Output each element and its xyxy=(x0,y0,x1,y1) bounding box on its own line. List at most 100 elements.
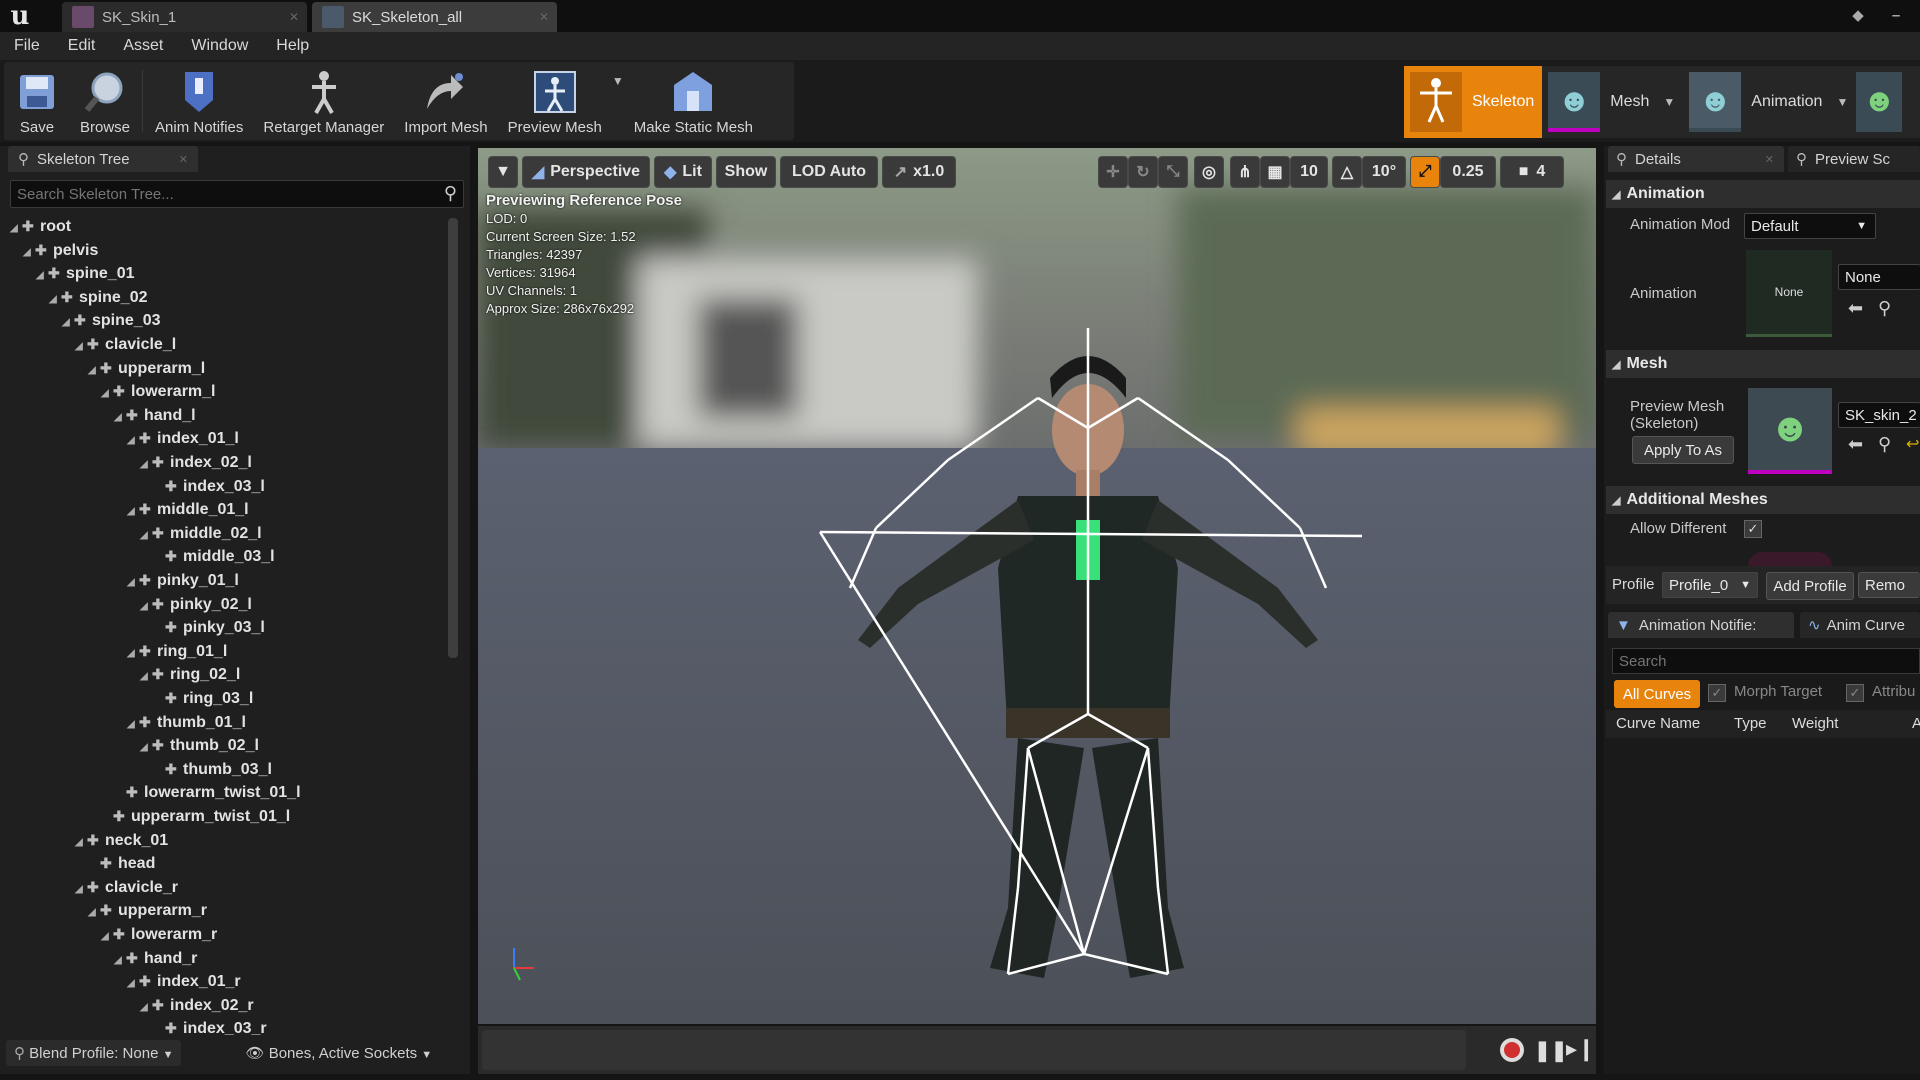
expand-arrow-icon[interactable]: ◢ xyxy=(114,406,126,429)
add-profile-button[interactable]: Add Profile xyxy=(1766,572,1854,600)
menu-edit[interactable]: Edit xyxy=(54,37,110,55)
bone-row-pinky-02-l[interactable]: ◢ ✚ pinky_02_l xyxy=(140,593,252,616)
tree-scrollbar[interactable] xyxy=(448,218,458,658)
bone-row-lowerarm-r[interactable]: ◢ ✚ lowerarm_r xyxy=(101,923,217,946)
bone-row-pinky-03-l[interactable]: ✚ pinky_03_l xyxy=(153,616,265,639)
chevron-down-icon[interactable]: ▼ xyxy=(1836,95,1848,109)
step-forward-button[interactable]: ▸❙ xyxy=(1566,1036,1595,1062)
skeleton-tree-search[interactable]: ⚲ xyxy=(10,180,464,208)
expand-arrow-icon[interactable]: ◢ xyxy=(36,264,48,287)
bone-row-hand-l[interactable]: ◢ ✚ hand_l xyxy=(114,404,196,427)
expand-arrow-icon[interactable]: ◢ xyxy=(140,524,152,547)
use-selected-arrow-icon[interactable]: ⬅ xyxy=(1848,434,1863,455)
expand-arrow-icon[interactable]: ◢ xyxy=(114,949,126,972)
bone-row-head[interactable]: ✚ head xyxy=(88,852,155,875)
timeline-track[interactable] xyxy=(482,1030,1466,1070)
expand-arrow-icon[interactable]: ◢ xyxy=(75,878,87,901)
bone-row-index-02-l[interactable]: ◢ ✚ index_02_l xyxy=(140,451,252,474)
bone-row-hand-r[interactable]: ◢ ✚ hand_r xyxy=(114,947,197,970)
preview-mesh-button[interactable]: Preview Mesh xyxy=(498,62,612,140)
close-icon[interactable]: ✕ xyxy=(289,10,299,24)
bone-row-middle-01-l[interactable]: ◢ ✚ middle_01_l xyxy=(127,498,249,521)
bone-row-index-02-r[interactable]: ◢ ✚ index_02_r xyxy=(140,994,254,1017)
bone-row-upperarm-twist-01-l[interactable]: ✚ upperarm_twist_01_l xyxy=(101,805,290,828)
expand-arrow-icon[interactable]: ◢ xyxy=(127,571,139,594)
world-space-icon[interactable]: ◎ xyxy=(1194,156,1224,188)
import-mesh-button[interactable]: Import Mesh xyxy=(394,62,497,140)
translate-icon[interactable]: ✛ xyxy=(1098,156,1128,188)
bone-row-index-01-l[interactable]: ◢ ✚ index_01_l xyxy=(127,427,239,450)
bone-row-lowerarm-twist-01-l[interactable]: ✚ lowerarm_twist_01_l xyxy=(114,781,301,804)
chevron-down-icon[interactable]: ▼ xyxy=(1663,95,1675,109)
close-icon[interactable]: ✕ xyxy=(539,10,549,24)
animation-section-header[interactable]: ◢ Animation xyxy=(1606,180,1920,208)
bone-row-thumb-03-l[interactable]: ✚ thumb_03_l xyxy=(153,758,272,781)
document-tab-skeleton[interactable]: SK_Skeleton_all ✕ xyxy=(312,2,557,32)
tab-animation-notifies[interactable]: ▼ Animation Notifie: xyxy=(1608,612,1794,638)
bone-row-thumb-02-l[interactable]: ◢ ✚ thumb_02_l xyxy=(140,734,259,757)
reset-arrow-icon[interactable]: ↩ xyxy=(1906,434,1919,454)
save-button[interactable]: Save xyxy=(4,62,70,140)
document-tab-skin[interactable]: SK_Skin_1 ✕ xyxy=(62,2,307,32)
expand-arrow-icon[interactable]: ◢ xyxy=(140,453,152,476)
bone-row-index-03-l[interactable]: ✚ index_03_l xyxy=(153,475,265,498)
animation-mode-button[interactable]: ☻ Animation ▼ xyxy=(1683,66,1856,138)
rotate-icon[interactable]: ↻ xyxy=(1128,156,1158,188)
bone-row-middle-02-l[interactable]: ◢ ✚ middle_02_l xyxy=(140,522,262,545)
lod-button[interactable]: LOD Auto xyxy=(780,156,878,188)
curves-search-input[interactable] xyxy=(1613,649,1911,673)
grid-snap-value[interactable]: 10 xyxy=(1290,156,1328,188)
grid-snap-icon[interactable]: ▦ xyxy=(1260,156,1290,188)
anim-notifies-button[interactable]: Anim Notifies xyxy=(145,62,253,140)
bone-row-ring-01-l[interactable]: ◢ ✚ ring_01_l xyxy=(127,640,227,663)
morph-target-checkbox[interactable]: ✓ xyxy=(1708,684,1726,702)
expand-arrow-icon[interactable]: ◢ xyxy=(140,996,152,1019)
attribute-checkbox[interactable]: ✓ xyxy=(1846,684,1864,702)
expand-arrow-icon[interactable]: ◢ xyxy=(101,382,113,405)
bone-row-pelvis[interactable]: ◢ ✚ pelvis xyxy=(23,239,98,262)
retarget-manager-button[interactable]: Retarget Manager xyxy=(253,62,394,140)
close-icon[interactable]: ✕ xyxy=(1765,153,1774,166)
make-static-mesh-button[interactable]: Make Static Mesh xyxy=(624,62,763,140)
expand-arrow-icon[interactable]: ◢ xyxy=(127,642,139,665)
tab-details[interactable]: ⚲ Details ✕ xyxy=(1608,146,1784,172)
mesh-mode-button[interactable]: ☻ Mesh ▼ xyxy=(1542,66,1683,138)
viewport-options-button[interactable]: ▼ xyxy=(488,156,518,188)
playback-speed-button[interactable]: ↗ x1.0 xyxy=(882,156,956,188)
column-auto[interactable]: A xyxy=(1912,715,1920,732)
allow-different-checkbox[interactable]: ✓ xyxy=(1744,520,1762,538)
bone-row-lowerarm-l[interactable]: ◢ ✚ lowerarm_l xyxy=(101,380,215,403)
menu-file[interactable]: File xyxy=(0,37,54,55)
tab-anim-curves[interactable]: ∿ Anim Curve xyxy=(1800,612,1920,638)
close-icon[interactable]: ✕ xyxy=(179,153,188,166)
browse-button[interactable]: Browse xyxy=(70,62,140,140)
bone-row-ring-03-l[interactable]: ✚ ring_03_l xyxy=(153,687,253,710)
profile-dropdown[interactable]: Profile_0 ▼ xyxy=(1662,572,1758,598)
menu-window[interactable]: Window xyxy=(177,37,262,55)
column-weight[interactable]: Weight xyxy=(1792,715,1838,732)
surface-snap-icon[interactable]: ⋔ xyxy=(1230,156,1260,188)
animation-mode-dropdown[interactable]: Default ▼ xyxy=(1744,213,1876,239)
bone-row-spine-03[interactable]: ◢ ✚ spine_03 xyxy=(62,309,160,332)
blueprint-mode-button[interactable]: ☻ xyxy=(1856,66,1912,138)
blend-profile-dropdown[interactable]: ⚲ Blend Profile: None ▼ xyxy=(6,1040,182,1066)
tab-preview-scene[interactable]: ⚲ Preview Sc xyxy=(1788,146,1920,172)
bone-row-neck-01[interactable]: ◢ ✚ neck_01 xyxy=(75,829,168,852)
remove-profile-button[interactable]: Remo xyxy=(1858,572,1920,598)
expand-arrow-icon[interactable]: ◢ xyxy=(127,972,139,995)
expand-arrow-icon[interactable]: ◢ xyxy=(62,311,74,334)
bone-row-clavicle-l[interactable]: ◢ ✚ clavicle_l xyxy=(75,333,176,356)
notification-icon[interactable]: ◆ xyxy=(1846,4,1870,28)
bone-row-index-03-r[interactable]: ✚ index_03_r xyxy=(153,1017,267,1035)
bone-row-thumb-01-l[interactable]: ◢ ✚ thumb_01_l xyxy=(127,711,246,734)
bone-row-middle-03-l[interactable]: ✚ middle_03_l xyxy=(153,545,275,568)
expand-arrow-icon[interactable]: ◢ xyxy=(75,335,87,358)
browse-asset-icon[interactable]: ⚲ xyxy=(1878,434,1891,455)
preview-viewport[interactable]: ▼ ◢ Perspective ◆ Lit Show LOD Auto ↗ x1… xyxy=(478,148,1596,1024)
curves-search[interactable] xyxy=(1612,648,1920,674)
skeleton-tree-search-input[interactable] xyxy=(11,181,439,207)
expand-arrow-icon[interactable]: ◢ xyxy=(101,925,113,948)
perspective-button[interactable]: ◢ Perspective xyxy=(522,156,650,188)
expand-arrow-icon[interactable]: ◢ xyxy=(49,288,61,311)
expand-arrow-icon[interactable]: ◢ xyxy=(127,713,139,736)
